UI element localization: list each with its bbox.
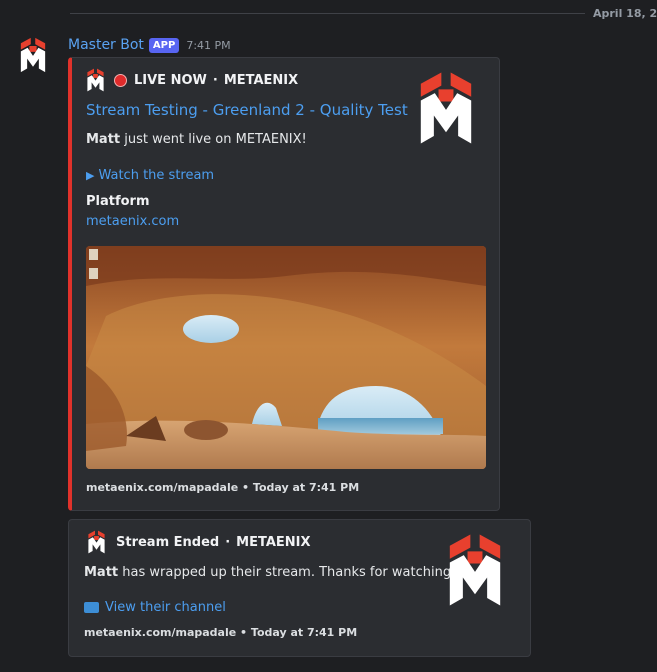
author-name[interactable]: Master Bot: [68, 37, 144, 53]
embed-author-name: METAENIX: [236, 534, 311, 550]
embed-description: Matt has wrapped up their stream. Thanks…: [84, 565, 456, 580]
metaenix-logo-icon: [87, 530, 106, 554]
view-channel-link[interactable]: View their channel: [84, 600, 226, 615]
embed-title-link[interactable]: Stream Testing - Greenland 2 - Quality T…: [86, 101, 408, 119]
author-separator: ·: [225, 534, 231, 550]
divider-line: [70, 13, 585, 14]
tv-icon: [84, 602, 99, 613]
live-dot-icon: [114, 73, 127, 87]
embed-author: LIVE NOW · METAENIX: [86, 70, 298, 90]
embed-footer: metaenix.com/mapadale • Today at 7:41 PM: [84, 626, 358, 639]
embed-footer: metaenix.com/mapadale • Today at 7:41 PM: [86, 481, 360, 494]
field-name: Platform: [86, 194, 150, 209]
embed-thumbnail[interactable]: [418, 70, 474, 146]
embed-thumbnail[interactable]: [447, 532, 503, 608]
embed-author: Stream Ended · METAENIX: [87, 532, 311, 552]
watch-stream-label: Watch the stream: [98, 168, 215, 183]
view-channel-label: View their channel: [105, 600, 226, 615]
embed-author-status: LIVE NOW: [134, 72, 207, 88]
desc-username: Matt: [84, 565, 119, 580]
author-separator: ·: [212, 72, 218, 88]
field-value-link[interactable]: metaenix.com: [86, 214, 179, 229]
metaenix-logo-icon: [86, 68, 105, 92]
app-badge: APP: [148, 37, 180, 53]
date-divider: April 18, 202: [0, 4, 657, 22]
play-triangle-icon: ▶: [86, 169, 95, 182]
desc-username: Matt: [86, 132, 121, 147]
embed-description: Matt just went live on METAENIX!: [86, 132, 307, 147]
message-header: Master Bot APP 7:41 PM: [68, 35, 231, 55]
ended-embed: Stream Ended · METAENIX Matt has wrapped…: [68, 519, 531, 657]
desc-text: has wrapped up their stream. Thanks for …: [118, 565, 457, 580]
stream-preview-image[interactable]: [86, 246, 486, 469]
embed-author-name: METAENIX: [223, 72, 299, 88]
desc-text: just went live on METAENIX!: [120, 132, 307, 147]
message-timestamp: 7:41 PM: [186, 38, 231, 52]
divider-date: April 18, 202: [593, 7, 657, 20]
watch-stream-link[interactable]: ▶ Watch the stream: [86, 168, 214, 183]
embed-author-status: Stream Ended: [116, 534, 220, 550]
bot-avatar[interactable]: [17, 37, 49, 73]
live-embed: LIVE NOW · METAENIX Stream Testing - Gre…: [68, 57, 500, 511]
